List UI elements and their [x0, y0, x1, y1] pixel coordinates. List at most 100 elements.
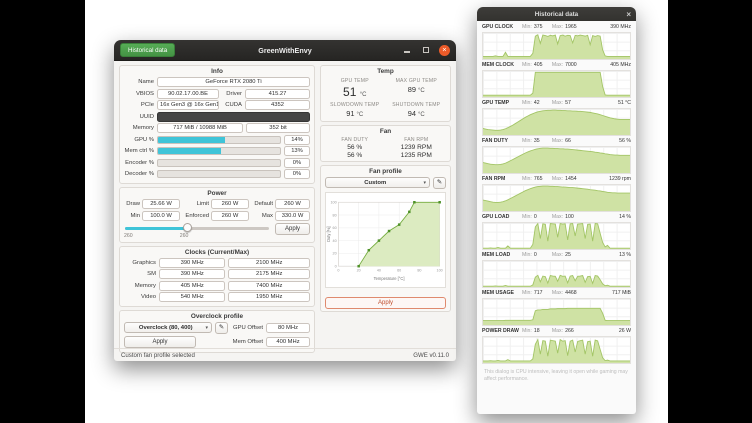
usage-row: GPU %14% — [124, 135, 310, 145]
maximize-icon[interactable] — [420, 45, 431, 56]
gpu-temp-unit: °C — [360, 92, 367, 98]
fan2-duty-value: 56 % — [325, 152, 385, 159]
svg-text:80: 80 — [333, 213, 337, 217]
fan-apply-button[interactable]: Apply — [325, 297, 446, 309]
min-value: 375 — [534, 24, 546, 30]
fan-duty-label: FAN DUTY — [325, 137, 385, 143]
memory-label: Memory — [124, 125, 154, 131]
slider-handle[interactable] — [183, 223, 192, 232]
metric-current-value: 26 W — [619, 328, 631, 334]
history-sparkline — [483, 71, 630, 97]
max-label: Max: — [552, 62, 563, 68]
usage-label: Decoder % — [124, 171, 154, 177]
max-label: Max: — [552, 100, 563, 106]
min-value: 18 — [534, 328, 546, 334]
history-graph — [482, 32, 631, 60]
memory-interface-entry: 352 bit — [246, 123, 310, 133]
metric-current-value: 1239 rpm — [609, 176, 631, 182]
svg-text:Duty [%]: Duty [%] — [326, 227, 331, 242]
usage-row: Mem ctrl %13% — [124, 146, 310, 156]
history-sparkline — [483, 261, 630, 287]
edit-overclock-profile-button[interactable]: ✎ — [215, 322, 228, 334]
clock-current-entry: 390 MHz — [159, 269, 225, 279]
max-value: 100 — [565, 214, 577, 220]
clock-current-entry: 405 MHz — [159, 281, 225, 291]
usage-value: 14% — [284, 135, 310, 145]
power-max-entry: 330.0 W — [275, 211, 310, 221]
minimize-icon[interactable] — [401, 45, 412, 56]
min-label: Min: — [522, 62, 532, 68]
slowdown-temp-value: 91 — [346, 109, 354, 118]
min-label: Min: — [522, 290, 532, 296]
power-max-label: Max — [251, 213, 273, 219]
historical-graphs: GPU CLOCKMin:375Max:1965390 MHzMEM CLOCK… — [477, 21, 636, 366]
close-icon[interactable]: × — [439, 45, 450, 56]
fan-profile-section: Fan profile Custom ▾ ✎ 02040608010002040… — [320, 165, 451, 312]
overclock-section: Overclock profile Overclock (80, 400) ▾ … — [119, 310, 315, 353]
history-row: GPU CLOCKMin:375Max:1965390 MHz — [482, 24, 631, 60]
clock-row: Video540 MHz1950 MHz — [124, 292, 310, 302]
max-value: 266 — [565, 328, 577, 334]
power-apply-button[interactable]: Apply — [275, 223, 310, 235]
historical-data-button[interactable]: Historical data — [120, 43, 175, 57]
driver-entry: 415.27 — [245, 89, 310, 99]
slider-value-label: 260 — [180, 233, 189, 239]
metric-label: GPU CLOCK — [482, 24, 522, 30]
slowdown-temp-label: SLOWDOWN TEMP — [325, 102, 385, 108]
close-icon[interactable]: × — [626, 7, 631, 21]
edit-fan-profile-button[interactable]: ✎ — [433, 177, 446, 189]
metric-header: GPU CLOCKMin:375Max:1965390 MHz — [482, 24, 631, 32]
fan-curve-svg: 020406080100020406080100Temperature [°C]… — [326, 193, 445, 287]
history-row: MEM CLOCKMin:405Max:7000405 MHz — [482, 62, 631, 98]
usage-rows: GPU %14%Mem ctrl %13% Encoder %0% Decoder … — [124, 135, 310, 180]
min-value: 405 — [534, 62, 546, 68]
overclock-apply-button[interactable]: Apply — [124, 336, 196, 348]
metric-header: FAN DUTYMin:35Max:6656 % — [482, 138, 631, 146]
gwe-main-window: Historical data GreenWithEnvy × Info Nam… — [114, 40, 456, 361]
chevron-down-icon: ▾ — [205, 325, 208, 331]
usage-value: 0% — [284, 158, 310, 168]
app-version: GWE v0.11.0 — [413, 352, 449, 359]
info-section-title: Info — [124, 68, 310, 75]
history-sparkline — [483, 109, 630, 135]
metric-current-value: 51 °C — [618, 100, 631, 106]
history-sparkline — [483, 223, 630, 249]
clock-row: SM390 MHz2175 MHz — [124, 269, 310, 279]
clock-max-entry: 1950 MHz — [228, 292, 310, 302]
power-limit-label: Limit — [182, 201, 209, 207]
gpu-offset-entry[interactable]: 80 MHz — [266, 323, 310, 333]
pcie-entry: 16x Gen3 @ 16x Gen1 — [157, 100, 219, 110]
mem-offset-entry[interactable]: 400 MHz — [266, 337, 310, 347]
svg-text:60: 60 — [397, 269, 401, 273]
vbios-entry: 90.02.17.00.BE — [157, 89, 219, 99]
power-limit-slider[interactable]: 260 260 — [124, 223, 270, 240]
min-label: Min: — [522, 252, 532, 258]
uuid-label: UUID — [124, 114, 154, 120]
uuid-entry-redacted — [157, 112, 310, 122]
min-value: 765 — [534, 176, 546, 182]
historical-titlebar: Historical data × — [477, 7, 636, 21]
max-label: Max: — [552, 24, 563, 30]
svg-text:80: 80 — [417, 269, 421, 273]
fan-profile-dropdown[interactable]: Custom ▾ — [325, 177, 430, 188]
overclock-profile-dropdown[interactable]: Overclock (80, 400) ▾ — [124, 322, 212, 333]
min-label: Min: — [522, 214, 532, 220]
name-entry: GeForce RTX 2080 Ti — [157, 77, 310, 87]
metric-header: GPU TEMPMin:42Max:5751 °C — [482, 100, 631, 108]
history-sparkline — [483, 33, 630, 59]
clock-label: Video — [124, 294, 156, 300]
fan-curve-chart[interactable]: 020406080100020406080100Temperature [°C]… — [325, 192, 446, 288]
svg-text:100: 100 — [437, 269, 443, 273]
min-value: 717 — [534, 290, 546, 296]
history-sparkline — [483, 337, 630, 363]
usage-row: Encoder %0% — [124, 158, 310, 168]
metric-label: GPU TEMP — [482, 100, 522, 106]
cuda-label: CUDA — [222, 102, 242, 108]
slider-min-label: 260 — [124, 233, 133, 239]
fan-profile-section-title: Fan profile — [325, 168, 446, 175]
max-value: 1965 — [565, 24, 577, 30]
statusbar: Custom fan profile selected GWE v0.11.0 — [114, 348, 456, 361]
temp-section: Temp GPU TEMP 51 °C MAX GPU TEMP 89 °C — [320, 65, 451, 122]
fan-section-title: Fan — [325, 128, 446, 135]
min-value: 42 — [534, 100, 546, 106]
